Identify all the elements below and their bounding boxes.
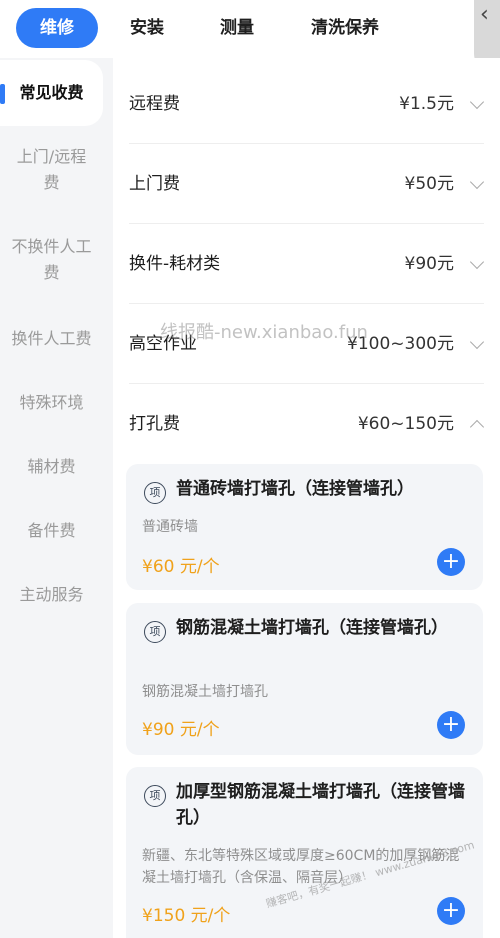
fee-price: ¥60~150元 <box>357 414 454 434</box>
sidebar-item-visit-remote-fee[interactable]: 上门/远程费 <box>0 144 103 196</box>
item-price: ¥60 元/个 <box>142 557 220 577</box>
tab-repair[interactable]: 维修 <box>16 8 98 48</box>
fee-label: 上门费 <box>129 174 180 194</box>
item-price: ¥90 元/个 <box>142 720 220 740</box>
add-button[interactable]: + <box>437 897 465 925</box>
fee-label: 高空作业 <box>129 334 197 354</box>
chevron-down-icon <box>469 174 485 190</box>
sidebar-item-labor-with-parts[interactable]: 换件人工费 <box>0 326 103 352</box>
fee-price: ¥90元 <box>404 254 454 274</box>
fee-row-parts-consumables[interactable]: 换件-耗材类 ¥90元 <box>129 224 485 304</box>
add-button[interactable]: + <box>437 548 465 576</box>
active-indicator <box>0 84 5 104</box>
fee-list: 远程费 ¥1.5元 上门费 ¥50元 换件-耗材类 ¥90元 高空作业 ¥100… <box>113 58 500 938</box>
fee-label: 远程费 <box>129 94 180 114</box>
fee-label: 打孔费 <box>129 414 180 434</box>
top-tab-bar: 维修 安装 测量 清洗保养 ‹ <box>0 0 500 70</box>
sidebar-item-proactive-service[interactable]: 主动服务 <box>0 582 103 608</box>
category-sidebar: 常见收费 上门/远程费 不换件人工费 换件人工费 特殊环境 辅材费 备件费 主动… <box>0 58 113 938</box>
chevron-up-icon <box>469 419 485 435</box>
add-button[interactable]: + <box>437 711 465 739</box>
tab-measure[interactable]: 测量 <box>208 8 266 48</box>
chevron-down-icon <box>469 254 485 270</box>
item-price: ¥150 元/个 <box>142 906 231 926</box>
fee-label: 换件-耗材类 <box>129 254 221 274</box>
item-badge-icon: 项 <box>144 482 166 504</box>
item-title: 加厚型钢筋混凝土墙打墙孔（连接管墙孔） <box>176 782 465 828</box>
sidebar-item-auxiliary-material[interactable]: 辅材费 <box>0 454 103 480</box>
sidebar-item-label: 常见收费 <box>19 83 84 102</box>
item-description: 钢筋混凝土墙打墙孔 <box>142 684 268 700</box>
fee-price: ¥100~300元 <box>347 334 454 354</box>
chevron-down-icon <box>469 94 485 110</box>
watermark: 线报酷-new.xianbao.fun <box>160 322 368 343</box>
fee-row-visit[interactable]: 上门费 ¥50元 <box>129 144 485 224</box>
item-title: 钢筋混凝土墙打墙孔（连接管墙孔） <box>176 618 448 638</box>
fee-row-drilling[interactable]: 打孔费 ¥60~150元 <box>129 384 485 464</box>
chevron-down-icon <box>469 334 485 350</box>
fee-row-remote[interactable]: 远程费 ¥1.5元 <box>129 64 485 144</box>
item-badge-icon: 项 <box>144 621 166 643</box>
fee-price: ¥1.5元 <box>399 94 454 114</box>
tab-install[interactable]: 安装 <box>118 8 176 48</box>
sidebar-item-common-fees[interactable]: 常见收费 <box>0 60 103 126</box>
fee-row-high-altitude[interactable]: 高空作业 ¥100~300元 <box>129 304 485 384</box>
tab-cleaning[interactable]: 清洗保养 <box>300 8 390 48</box>
item-badge-icon: 项 <box>144 785 166 807</box>
fee-price: ¥50元 <box>404 174 454 194</box>
service-item-card: 项 普通砖墙打墙孔（连接管墙孔） 普通砖墙 ¥60 元/个 + <box>126 464 483 590</box>
sidebar-item-labor-no-parts[interactable]: 不换件人工费 <box>0 234 103 286</box>
chevron-left-icon: ‹ <box>480 2 489 27</box>
sidebar-item-special-environment[interactable]: 特殊环境 <box>0 390 103 416</box>
service-item-card: 项 钢筋混凝土墙打墙孔（连接管墙孔） 钢筋混凝土墙打墙孔 ¥90 元/个 + <box>126 603 483 755</box>
item-title: 普通砖墙打墙孔（连接管墙孔） <box>176 479 414 499</box>
item-description: 普通砖墙 <box>142 519 198 535</box>
sidebar-item-spare-parts[interactable]: 备件费 <box>0 518 103 544</box>
